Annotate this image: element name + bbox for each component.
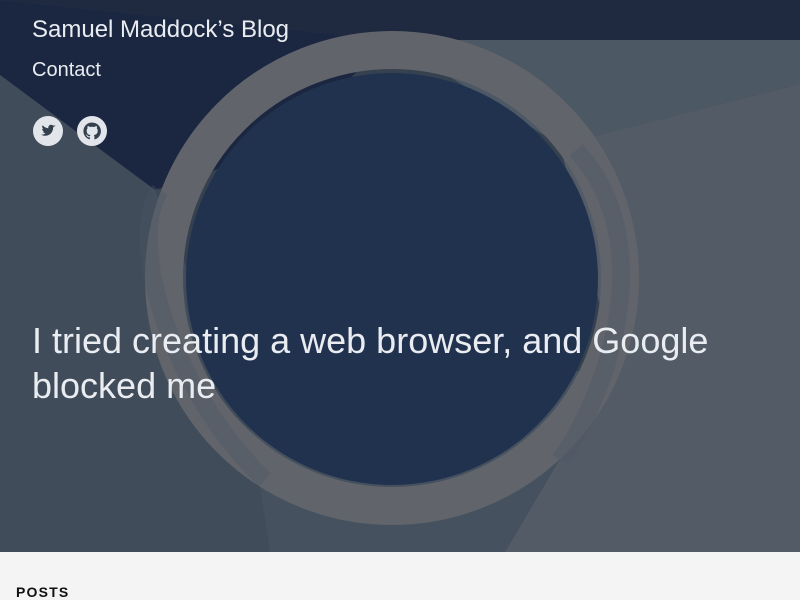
twitter-icon: [33, 116, 63, 146]
twitter-link[interactable]: [33, 116, 63, 146]
posts-section-label: POSTS: [16, 584, 70, 600]
github-icon: [77, 116, 107, 146]
post-title[interactable]: I tried creating a web browser, and Goog…: [32, 318, 772, 408]
site-title[interactable]: Samuel Maddock’s Blog: [32, 16, 289, 44]
nav-contact-link[interactable]: Contact: [32, 58, 101, 82]
chrome-logo-background: [0, 0, 800, 552]
hero-header: Samuel Maddock’s Blog Contact I tried cr…: [0, 0, 800, 552]
github-link[interactable]: [77, 116, 107, 146]
